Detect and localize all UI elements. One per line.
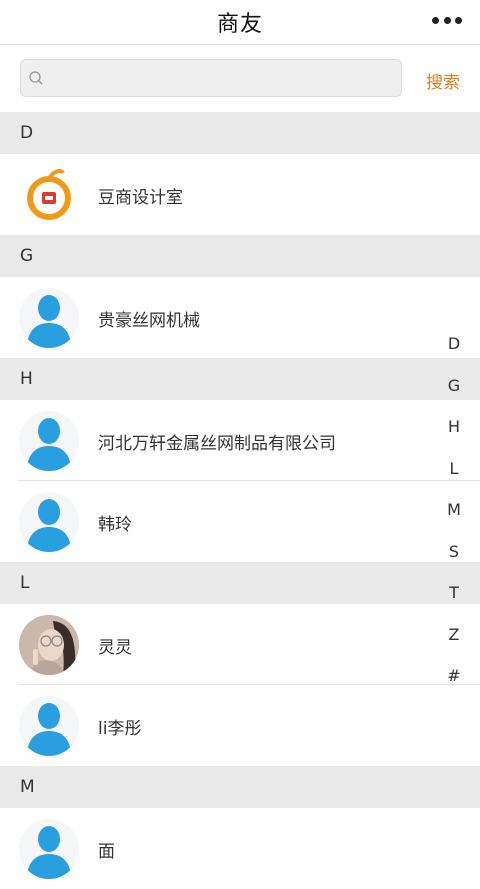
index-letter-t[interactable]: T: [442, 582, 466, 624]
section-letter: H: [20, 369, 33, 389]
section-letter: L: [20, 573, 30, 593]
contact-name: 韩玲: [98, 515, 132, 535]
index-letter-m[interactable]: M: [442, 499, 466, 541]
index-letter-s[interactable]: S: [442, 541, 466, 583]
contact-list: D 豆商设计室 G 贵豪丝网机械 H 河北万轩金属丝网制品有限公司 韩玲 L 灵…: [0, 112, 480, 889]
alphabet-index-bar[interactable]: D G H L M S T Z #: [442, 333, 466, 707]
default-person-avatar: [19, 819, 79, 879]
list-item[interactable]: li李彤: [0, 685, 480, 766]
index-letter-h[interactable]: H: [442, 416, 466, 458]
page-title: 商友: [216, 12, 263, 37]
person-icon: [27, 295, 71, 348]
index-letter-d[interactable]: D: [442, 333, 466, 375]
photo-avatar: [19, 615, 79, 675]
section-header-h: H: [0, 358, 480, 400]
section-header-d: D: [0, 112, 480, 154]
index-letter-hash[interactable]: #: [442, 665, 466, 707]
top-navigation-bar: 商友: [0, 0, 480, 45]
user-photo-icon: [19, 615, 79, 675]
index-letter-l[interactable]: L: [442, 458, 466, 500]
default-person-avatar: [19, 492, 79, 552]
search-button[interactable]: 搜索: [426, 68, 460, 93]
default-person-avatar: [19, 696, 79, 756]
section-header-m: M: [0, 766, 480, 808]
search-bar: 搜索: [0, 45, 480, 112]
contact-name: 面: [98, 842, 115, 862]
search-icon: [29, 71, 43, 85]
list-item[interactable]: 韩玲: [0, 481, 480, 562]
list-item[interactable]: 灵灵: [0, 604, 480, 685]
section-header-l: L: [0, 562, 480, 604]
logo-icon: [27, 169, 71, 220]
more-options-icon[interactable]: [432, 10, 462, 30]
person-icon: [27, 499, 71, 552]
index-letter-g[interactable]: G: [442, 375, 466, 417]
person-icon: [27, 826, 71, 879]
list-item[interactable]: 豆商设计室: [0, 154, 480, 235]
index-letter-z[interactable]: Z: [442, 624, 466, 666]
person-icon: [27, 418, 71, 471]
search-input[interactable]: [51, 60, 395, 98]
default-person-avatar: [19, 411, 79, 471]
default-person-avatar: [19, 288, 79, 348]
section-letter: G: [20, 246, 34, 266]
contact-name: 贵豪丝网机械: [98, 311, 200, 331]
contact-name: 豆商设计室: [98, 188, 183, 208]
list-item[interactable]: 贵豪丝网机械: [0, 277, 480, 358]
list-item[interactable]: 河北万轩金属丝网制品有限公司: [0, 400, 480, 481]
contact-name: 河北万轩金属丝网制品有限公司: [98, 434, 336, 454]
section-header-g: G: [0, 235, 480, 277]
brand-logo-avatar: [19, 165, 79, 225]
search-box[interactable]: [20, 59, 402, 98]
contact-name: 灵灵: [98, 638, 132, 658]
contact-name: li李彤: [98, 719, 142, 739]
section-letter: M: [20, 777, 35, 797]
list-item[interactable]: 面: [0, 808, 480, 889]
section-letter: D: [20, 123, 34, 143]
person-icon: [27, 703, 71, 756]
